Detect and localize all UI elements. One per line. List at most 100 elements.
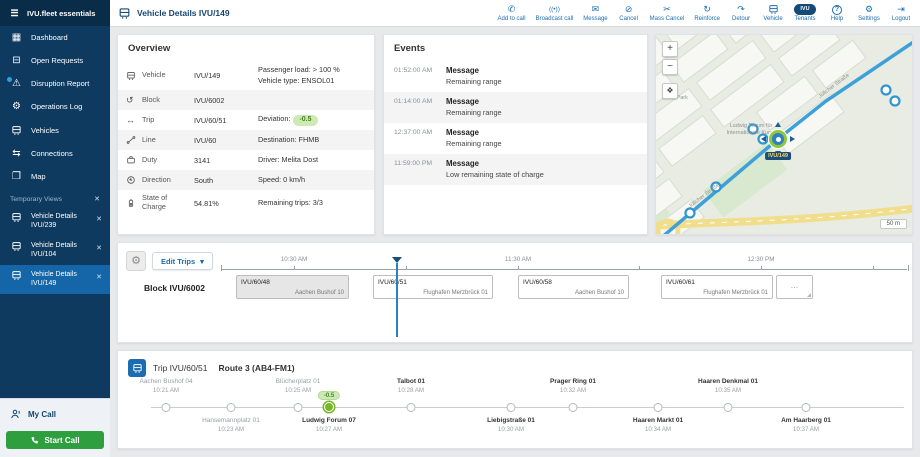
trip-progress-line	[151, 407, 904, 408]
sidebar-item-operations-log[interactable]: ⚙ Operations Log	[0, 95, 110, 118]
add-to-call-icon: ✆	[507, 4, 516, 14]
event-item: 01:52:00 AM Message Remaining range	[394, 66, 502, 86]
sidebar-item-vehicle-details-149[interactable]: Vehicle Details IVU/149 ✕	[0, 264, 110, 294]
temporary-view-label: Vehicle Details IVU/104	[31, 241, 77, 259]
trip-segment-60-51[interactable]: IVU/60/51 Flughafen Merzbrück 01	[373, 275, 493, 299]
close-icon[interactable]: ✕	[96, 273, 102, 282]
cancel-button[interactable]: ⊘ Cancel	[618, 4, 640, 22]
detour-button[interactable]: ↷ Detour	[730, 4, 752, 22]
close-icon[interactable]: ✕	[94, 195, 100, 203]
temporary-views-title: Temporary Views	[10, 195, 63, 203]
close-icon[interactable]: ✕	[96, 244, 102, 253]
stop-label: Blücherplatz 01 10:25 AM	[275, 378, 321, 395]
stop-marker	[723, 403, 733, 412]
trip-segment-60-61[interactable]: IVU/60/61 Flughafen Merzbrück 01	[661, 275, 773, 299]
sidebar-item-disruption-report[interactable]: ⚠ Disruption Report	[0, 72, 110, 95]
stop-label: Prager Ring 01 10:32 AM	[550, 378, 596, 395]
sidebar-item-label: Map	[31, 172, 46, 181]
event-item: 11:59:00 PM Message Low remaining state o…	[384, 154, 647, 185]
vehicle-marker[interactable]	[769, 130, 787, 148]
bus-icon	[119, 7, 130, 19]
sidebar-item-vehicle-details-239[interactable]: Vehicle Details IVU/239 ✕	[0, 207, 110, 236]
stop-label: Haaren Denkmal 01 10:35 AM	[698, 378, 758, 395]
tenants-icon: IVU	[794, 4, 816, 15]
current-stop-marker	[324, 402, 334, 412]
trip-header: Trip IVU/60/51 Route 3 (AB4-FM1)	[118, 351, 912, 377]
settings-icon: ⚙	[864, 4, 874, 14]
my-call-button[interactable]: My Call	[0, 399, 110, 427]
trip-segment-60-48[interactable]: IVU/60/48 Aachen Bushof 10	[236, 275, 349, 299]
sidebar-item-vehicle-details-104[interactable]: Vehicle Details IVU/104 ✕	[0, 236, 110, 265]
bus-icon	[10, 241, 23, 252]
map-canvas[interactable]: Lufa-Park Ludwig Forum für International…	[655, 34, 913, 235]
time-axis	[221, 269, 907, 270]
my-call-label: My Call	[28, 409, 57, 419]
close-icon[interactable]: ✕	[96, 215, 102, 224]
app-window: ☰ IVU.fleet essentials ▦ Dashboard ⊟ Ope…	[0, 0, 920, 457]
overview-panel: Overview Vehicle IVU/149 Passenger load:…	[117, 34, 375, 235]
stop-marker	[653, 403, 663, 412]
sidebar-footer: My Call Start Call	[0, 398, 110, 457]
toolbar: ✆ Add to call ((•)) Broadcast call ✉ Mes…	[498, 4, 912, 22]
vehicle-button[interactable]: Vehicle	[762, 4, 784, 22]
stop-marker	[406, 403, 416, 412]
sidebar-item-map[interactable]: ❒ Map	[0, 165, 110, 188]
chevron-down-icon: ▾	[200, 256, 204, 266]
add-to-call-button[interactable]: ✆ Add to call	[498, 4, 526, 22]
trip-stops-panel: Trip IVU/60/51 Route 3 (AB4-FM1) -0.5 Aa…	[117, 350, 913, 449]
stop-label: Haaren Markt 01 10:34 AM	[632, 417, 684, 434]
mass-cancel-button[interactable]: ✂ Mass Cancel	[650, 4, 685, 22]
tenants-button[interactable]: IVU Tenants	[794, 4, 816, 22]
hamburger-menu-icon[interactable]: ☰	[8, 8, 21, 18]
deviation-badge: -0.5	[293, 114, 318, 126]
edit-trips-button[interactable]: Edit Trips ▾	[152, 252, 213, 270]
disruption-icon: ⚠	[6, 75, 23, 89]
dashboard-icon: ▦	[11, 31, 22, 43]
stop-marker	[293, 403, 303, 412]
temporary-view-label: Vehicle Details IVU/239	[31, 213, 77, 230]
stop-marker	[801, 403, 811, 412]
sidebar-item-label: Connections	[31, 149, 73, 158]
axis-tick	[639, 266, 640, 270]
operations-log-icon: ⚙	[12, 100, 21, 112]
sidebar-item-connections[interactable]: ⇆ Connections	[0, 142, 110, 165]
trip-segment-60-58[interactable]: IVU/60/58 Aachen Bushof 10	[518, 275, 629, 299]
sidebar-item-open-requests[interactable]: ⊟ Open Requests	[0, 49, 110, 72]
reinforce-icon: ↻	[703, 4, 711, 14]
timeline-settings-button[interactable]: ⚙	[126, 251, 146, 271]
help-button[interactable]: ? Help	[826, 5, 848, 22]
logout-button[interactable]: ⇥ Logout	[890, 4, 912, 22]
broadcast-call-button[interactable]: ((•)) Broadcast call	[536, 4, 574, 22]
deviation-badge: -0.5	[317, 391, 341, 400]
overview-row-line: Line IVU/60 Destination: FHMB	[118, 130, 374, 151]
sidebar-item-label: Dashboard	[31, 33, 68, 42]
block-timeline-panel: ⚙ Edit Trips ▾ 10:30 AM 11:30 AM 12:30 P…	[117, 242, 913, 343]
sidebar-item-vehicles[interactable]: Vehicles	[0, 118, 110, 142]
block-icon: ↺	[126, 94, 134, 105]
briefcase-icon	[126, 155, 142, 165]
main-area: Vehicle Details IVU/149 ✆ Add to call ((…	[110, 0, 920, 457]
reinforce-button[interactable]: ↻ Reinforce	[694, 4, 720, 22]
map-scale: 50 m	[879, 219, 907, 229]
stop-marker	[161, 403, 171, 412]
overview-row-trip: ↔ Trip IVU/60/51 Deviation: -0.5	[118, 110, 374, 130]
start-call-button[interactable]: Start Call	[6, 431, 104, 449]
stop-label: Hansemannplatz 01 10:23 AM	[202, 417, 260, 434]
stop-marker	[506, 403, 516, 412]
stop-label: Am Haarberg 01 10:37 AM	[781, 417, 831, 434]
bus-icon	[10, 270, 23, 281]
more-trips-box[interactable]: …	[776, 275, 813, 299]
current-stop-label: Ludwig Forum 07 10:27 AM	[302, 417, 356, 434]
message-button[interactable]: ✉ Message	[583, 4, 607, 22]
map-stop-marker	[880, 84, 892, 96]
settings-button[interactable]: ⚙ Settings	[858, 4, 880, 22]
phone-icon	[31, 436, 39, 443]
map-zoom-in-button[interactable]: +	[662, 41, 678, 57]
sidebar-item-label: Disruption Report	[31, 79, 90, 88]
map-expand-button[interactable]: ❖	[662, 83, 678, 99]
current-time-playhead[interactable]	[392, 257, 402, 337]
temporary-views-header: Temporary Views ✕	[0, 188, 110, 207]
overview-row-direction: Direction South Speed: 0 km/h	[118, 170, 374, 191]
sidebar-item-dashboard[interactable]: ▦ Dashboard	[0, 26, 110, 49]
map-zoom-out-button[interactable]: −	[662, 59, 678, 75]
